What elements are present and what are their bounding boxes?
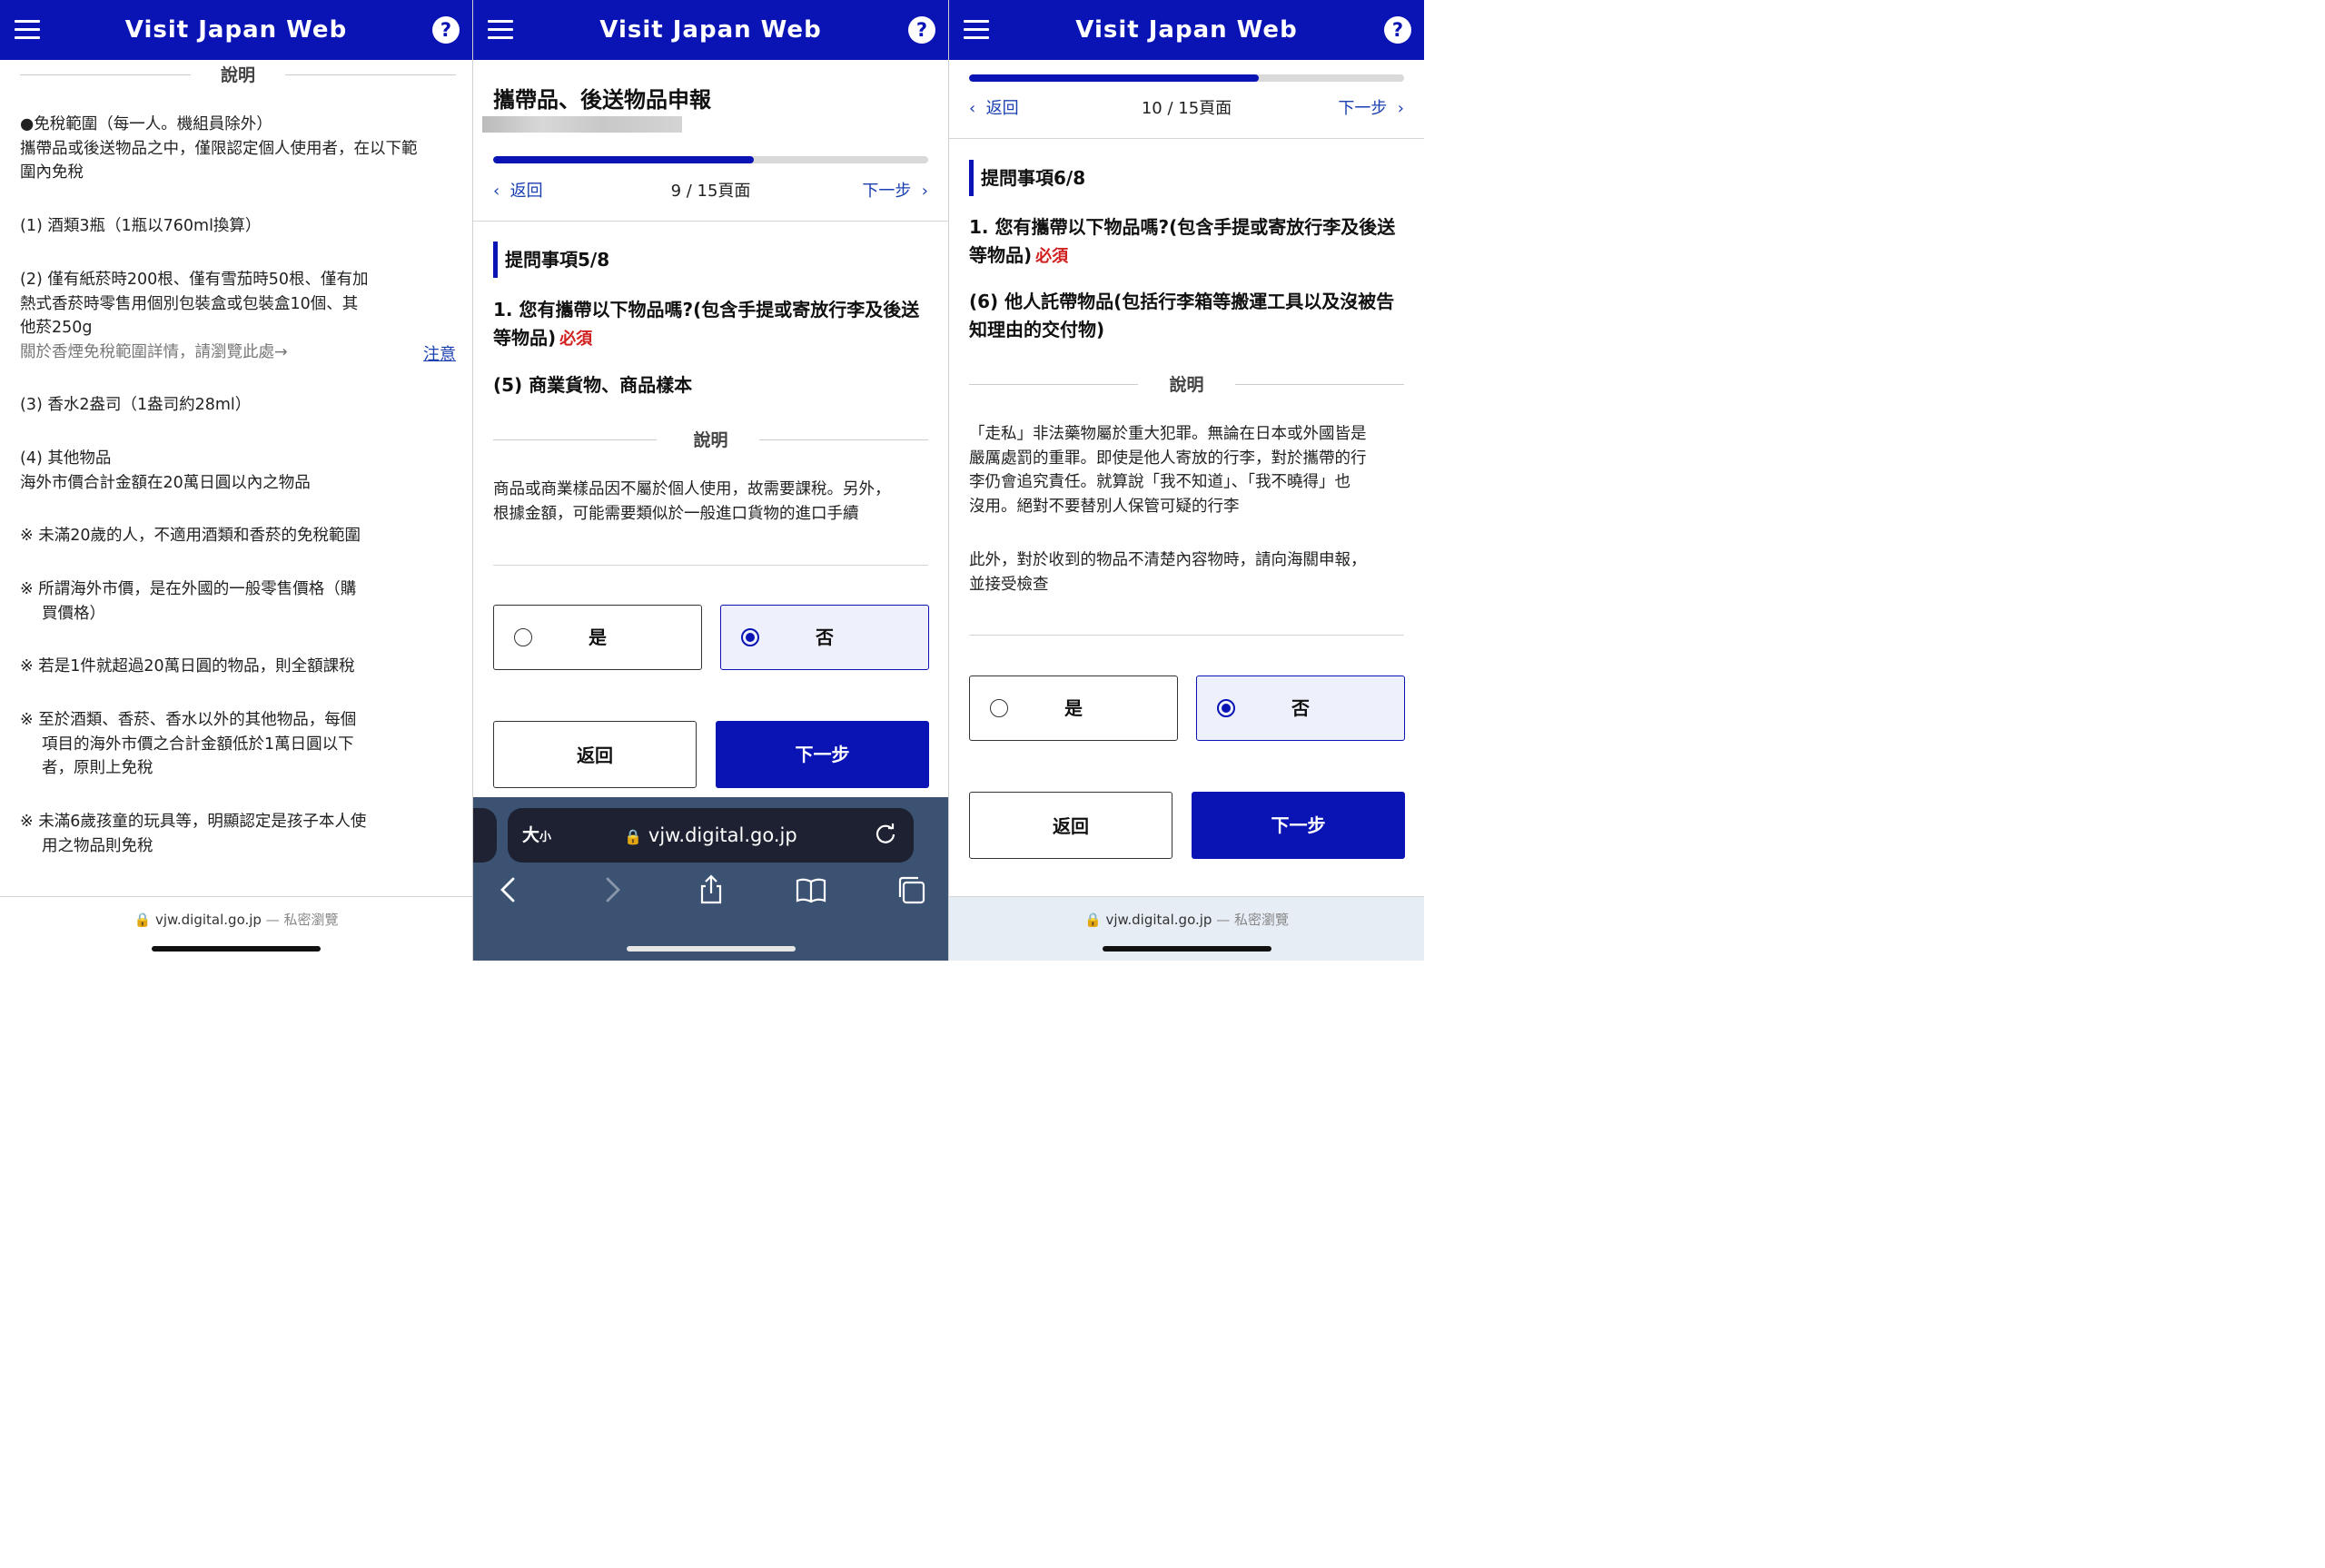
note-link[interactable]: 注意 (423, 341, 456, 365)
back-arrow-icon[interactable] (493, 873, 526, 906)
redacted-name (482, 116, 682, 133)
app-header: Visit Japan Web ? (0, 0, 472, 60)
next-button[interactable]: 下一步 (1192, 792, 1405, 859)
option-label: 否 (1291, 697, 1310, 719)
help-icon[interactable]: ? (1384, 16, 1411, 44)
forward-arrow-icon[interactable] (595, 873, 628, 906)
explanation-text: ※ 未滿20歲的人，不適用酒類和香菸的免稅範圍 (20, 527, 361, 545)
panel-duty-free-explanation: Visit Japan Web ? 說明 ●免稅範圍（每一人。機組員除外） 攜帶… (0, 0, 472, 961)
explanation-text: (1) 酒類3瓶（1瓶以760ml換算） (20, 217, 262, 235)
divider (969, 635, 1404, 636)
progress-fill (493, 156, 755, 163)
explanation-text: ※ 至於酒類、香菸、香水以外的其他物品，每個 項目的海外市價之合計金額低於1萬日… (20, 711, 357, 777)
app-header: Visit Japan Web ? (949, 0, 1424, 60)
lock-icon: 🔒 (134, 912, 152, 928)
home-indicator (152, 946, 321, 952)
divider (473, 221, 948, 222)
page-nav: ‹ 返回 10 / 15頁面 下一步 › (969, 95, 1404, 123)
explanation-text: ※ 所謂海外市價，是在外國的一般零售價格（購 買價格） (20, 580, 357, 623)
option-yes[interactable]: 是 (969, 676, 1178, 741)
section-title: 說明 (1153, 371, 1221, 396)
tabs-icon[interactable] (895, 873, 927, 906)
back-button[interactable]: 返回 (969, 792, 1172, 859)
footer-url[interactable]: 🔒 vjw.digital.go.jp — 私密瀏覽 (0, 910, 472, 929)
explanation-text: (2) 僅有紙菸時200根、僅有雪茄時50根、僅有加 熱式香菸時零售用個別包裝盒… (20, 271, 369, 361)
page-nav: ‹ 返回 9 / 15頁面 下一步 › (493, 178, 928, 205)
section-heading: 說明 (493, 427, 928, 454)
question-text: 1. 您有攜帶以下物品嗎?(包含手提或寄放行李及後送等物品) 必須 (493, 299, 920, 349)
progress-bar (969, 74, 1404, 82)
section-title: 說明 (203, 62, 272, 86)
next-button[interactable]: 下一步 (716, 721, 929, 788)
app-header: Visit Japan Web ? (473, 0, 948, 60)
divider (493, 565, 928, 566)
browser-footer: 🔒 vjw.digital.go.jp — 私密瀏覽 (949, 896, 1424, 961)
page-title: 攜帶品、後送物品申報 (493, 87, 711, 113)
progress-fill (969, 74, 1260, 82)
explanation-text: ●免稅範圍（每一人。機組員除外） 攜帶品或後送物品之中，僅限認定個人使用者，在以… (20, 115, 418, 182)
nav-next-link[interactable]: 下一步 › (862, 178, 928, 202)
explanation-text: ※ 未滿6歲孩童的玩具等，明顯認定是孩子本人使 用之物品則免稅 (20, 813, 367, 855)
explanation-text: 此外，對於收到的物品不清楚內容物時，請向海關申報， 並接受檢查 (969, 551, 1367, 594)
panel-question-6: Visit Japan Web ? ‹ 返回 10 / 15頁面 下一步 › 提… (949, 0, 1424, 961)
explanation-text: (3) 香水2盎司（1盎司約28ml） (20, 396, 252, 414)
home-indicator (626, 946, 796, 952)
section-title: 說明 (677, 427, 745, 451)
app-title: Visit Japan Web (1075, 16, 1298, 44)
home-indicator (1102, 946, 1271, 952)
question-text: 1. 您有攜帶以下物品嗎?(包含手提或寄放行李及後送等物品) 必須 (969, 216, 1396, 266)
question-heading: 提問事項6/8 (969, 160, 1085, 196)
option-label: 是 (1064, 697, 1083, 719)
browser-footer: 🔒 vjw.digital.go.jp — 私密瀏覽 (0, 896, 472, 961)
option-no[interactable]: 否 (720, 605, 929, 670)
option-yes[interactable]: 是 (493, 605, 702, 670)
progress-bar (493, 156, 928, 163)
question-item: (6) 他人託帶物品(包括行李箱等搬運工具以及沒被告知理由的交付物) (969, 291, 1395, 340)
lock-icon: 🔒 (1083, 912, 1102, 928)
lock-icon: 🔒 (624, 828, 643, 845)
address-bar[interactable]: 大小 🔒 vjw.digital.go.jp (508, 808, 914, 863)
share-icon[interactable] (695, 873, 727, 906)
divider (949, 138, 1424, 139)
required-badge: 必須 (559, 330, 593, 349)
footer-url[interactable]: 🔒 vjw.digital.go.jp — 私密瀏覽 (949, 910, 1424, 929)
explanation-text: ※ 若是1件就超過20萬日圓的物品，則全額課稅 (20, 657, 355, 676)
help-icon[interactable]: ? (432, 16, 460, 44)
question-item: (5) 商業貨物、商品樣本 (493, 374, 693, 396)
option-label: 否 (816, 626, 834, 648)
previous-tab[interactable] (473, 808, 497, 863)
url-text[interactable]: 🔒 vjw.digital.go.jp (508, 808, 914, 864)
option-label: 是 (589, 626, 607, 648)
panel-question-5: Visit Japan Web ? 攜帶品、後送物品申報 ‹ 返回 9 / 15… (473, 0, 948, 961)
required-badge: 必須 (1035, 247, 1069, 266)
explanation-text: 「走私」非法藥物屬於重大犯罪。無論在日本或外國皆是 嚴厲處罰的重罪。即使是他人寄… (969, 425, 1367, 516)
explanation-text: 商品或商業樣品因不屬於個人使用，故需要課稅。另外， 根據金額，可能需要類似於一般… (493, 480, 891, 523)
bookmarks-icon[interactable] (795, 873, 827, 906)
nav-next-link[interactable]: 下一步 › (1338, 95, 1404, 119)
help-icon[interactable]: ? (908, 16, 935, 44)
reload-icon[interactable] (872, 821, 899, 848)
safari-toolbar: 大小 🔒 vjw.digital.go.jp (473, 797, 948, 961)
option-no[interactable]: 否 (1196, 676, 1405, 741)
question-heading: 提問事項5/8 (493, 242, 609, 278)
section-heading: 說明 (20, 62, 456, 89)
back-button[interactable]: 返回 (493, 721, 697, 788)
app-title: Visit Japan Web (124, 16, 348, 44)
app-title: Visit Japan Web (599, 16, 822, 44)
section-heading: 說明 (969, 371, 1404, 399)
explanation-text: (4) 其他物品 海外市價合計金額在20萬日圓以內之物品 (20, 449, 311, 492)
